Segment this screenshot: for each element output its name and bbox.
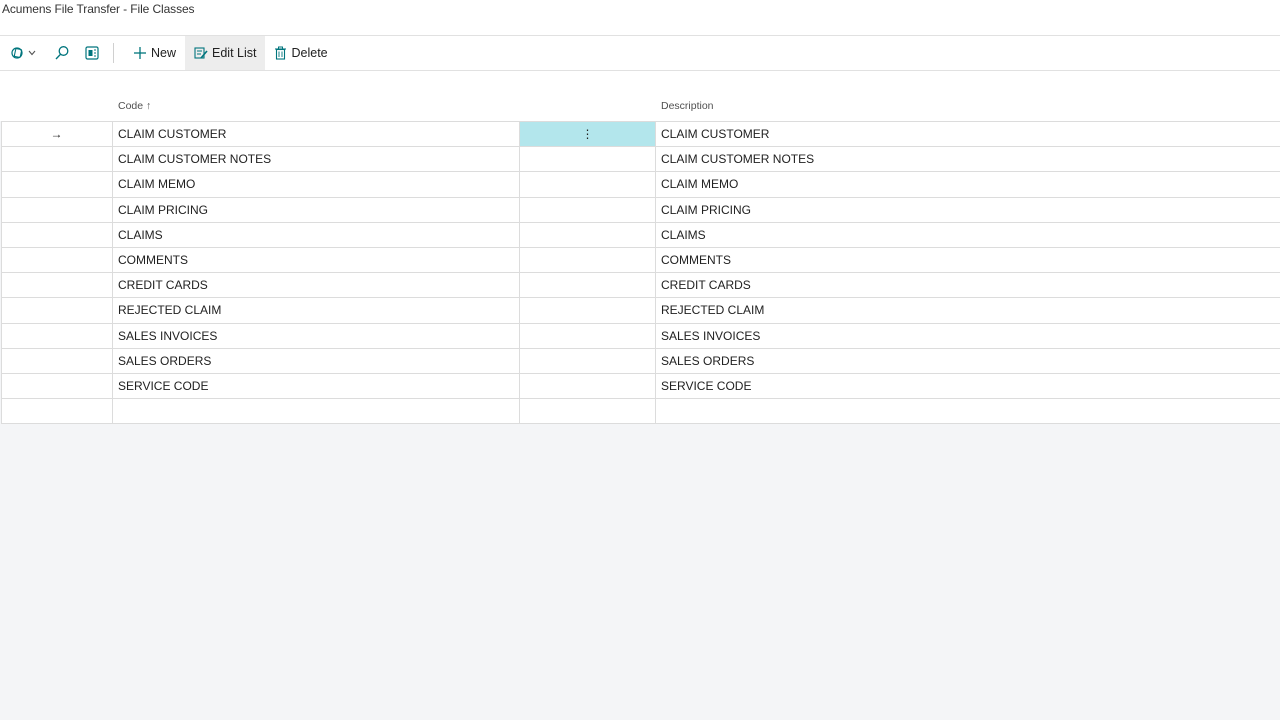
edit-list-button[interactable]: Edit List bbox=[185, 36, 266, 70]
cell-description[interactable]: SALES INVOICES bbox=[656, 324, 1280, 348]
delete-button-label: Delete bbox=[291, 46, 328, 60]
cell-code[interactable]: SERVICE CODE bbox=[113, 373, 520, 399]
table-row[interactable]: REJECTED CLAIM REJECTED CLAIM bbox=[1, 298, 1280, 324]
cell-code[interactable]: SALES INVOICES bbox=[113, 323, 520, 348]
row-actions-cell[interactable] bbox=[520, 247, 656, 273]
row-actions-menu-icon[interactable]: ⋮ bbox=[520, 122, 656, 147]
delete-button[interactable]: Delete bbox=[265, 36, 336, 70]
toolbar-divider bbox=[113, 43, 114, 63]
row-selector[interactable] bbox=[1, 222, 113, 247]
plus-icon bbox=[134, 47, 146, 59]
cell-description[interactable]: CLAIM PRICING bbox=[656, 198, 1280, 222]
row-selector[interactable] bbox=[1, 273, 113, 298]
row-actions-cell[interactable] bbox=[520, 147, 656, 172]
table-row[interactable]: → CLAIM CUSTOMER ⋮ CLAIM CUSTOMER bbox=[1, 122, 1280, 148]
row-actions-cell[interactable] bbox=[520, 172, 656, 197]
row-actions-cell[interactable] bbox=[520, 323, 656, 348]
row-left-border bbox=[1, 172, 2, 197]
row-actions-cell[interactable] bbox=[520, 222, 656, 247]
cell-description[interactable]: CLAIM CUSTOMER NOTES bbox=[656, 147, 1280, 171]
cell-code[interactable]: CREDIT CARDS bbox=[113, 273, 520, 298]
row-selector[interactable] bbox=[1, 197, 113, 222]
row-actions-cell[interactable] bbox=[520, 273, 656, 298]
current-row-arrow-icon[interactable]: → bbox=[1, 122, 113, 147]
cell-code[interactable]: CLAIM PRICING bbox=[113, 197, 520, 222]
edit-list-button-label: Edit List bbox=[212, 46, 257, 60]
column-header-code-label: Code bbox=[118, 100, 144, 112]
row-left-border bbox=[1, 122, 2, 147]
row-selector[interactable] bbox=[1, 399, 113, 424]
open-in-excel-icon[interactable] bbox=[80, 36, 104, 70]
row-left-border bbox=[1, 373, 2, 399]
cell-description[interactable]: SALES ORDERS bbox=[656, 349, 1280, 373]
table-row[interactable]: CLAIM MEMO CLAIM MEMO bbox=[1, 172, 1280, 198]
row-selector[interactable] bbox=[1, 298, 113, 323]
cell-description[interactable]: COMMENTS bbox=[656, 248, 1280, 272]
cell-code[interactable]: CLAIM CUSTOMER NOTES bbox=[113, 147, 520, 172]
table-row[interactable]: CLAIMS CLAIMS bbox=[1, 222, 1280, 248]
filter-pane-icon[interactable] bbox=[10, 36, 40, 70]
row-actions-cell[interactable] bbox=[520, 197, 656, 222]
sort-ascending-icon: ↑ bbox=[146, 100, 152, 112]
row-left-border bbox=[1, 298, 2, 323]
cell-code[interactable]: CLAIMS bbox=[113, 222, 520, 247]
table-row[interactable]: CLAIM CUSTOMER NOTES CLAIM CUSTOMER NOTES bbox=[1, 147, 1280, 173]
row-selector[interactable] bbox=[1, 323, 113, 348]
table-row[interactable]: CREDIT CARDS CREDIT CARDS bbox=[1, 273, 1280, 299]
cell-code[interactable]: REJECTED CLAIM bbox=[113, 298, 520, 323]
row-selector[interactable] bbox=[1, 172, 113, 197]
cell-description[interactable]: CREDIT CARDS bbox=[656, 273, 1280, 297]
table-row[interactable]: SALES INVOICES SALES INVOICES bbox=[1, 323, 1280, 349]
row-selector[interactable] bbox=[1, 373, 113, 399]
row-left-border bbox=[1, 348, 2, 373]
row-actions-cell[interactable] bbox=[520, 298, 656, 323]
cell-description[interactable]: CLAIM CUSTOMER bbox=[656, 122, 1280, 146]
edit-list-icon bbox=[194, 47, 208, 59]
row-left-border bbox=[1, 222, 2, 247]
row-actions-cell[interactable] bbox=[520, 399, 656, 424]
table-row[interactable]: SALES ORDERS SALES ORDERS bbox=[1, 348, 1280, 374]
search-icon[interactable] bbox=[50, 36, 74, 70]
row-selector[interactable] bbox=[1, 147, 113, 172]
cell-code[interactable]: CLAIM MEMO bbox=[113, 172, 520, 197]
column-header-description[interactable]: Description bbox=[661, 100, 714, 112]
new-button[interactable]: New bbox=[124, 36, 185, 70]
cell-code[interactable]: COMMENTS bbox=[113, 247, 520, 273]
row-actions-cell[interactable] bbox=[520, 348, 656, 373]
cell-code[interactable]: CLAIM CUSTOMER bbox=[113, 122, 520, 147]
grid-header: Code ↑ Description bbox=[0, 71, 1280, 121]
new-button-label: New bbox=[151, 46, 177, 60]
row-left-border bbox=[1, 399, 2, 424]
cell-description[interactable]: REJECTED CLAIM bbox=[656, 298, 1280, 322]
trash-icon bbox=[275, 46, 287, 60]
table-row[interactable]: CLAIM PRICING CLAIM PRICING bbox=[1, 197, 1280, 223]
action-toolbar: New Edit List Delete bbox=[0, 36, 1280, 70]
column-header-code[interactable]: Code ↑ bbox=[118, 100, 151, 112]
table-row[interactable]: COMMENTS COMMENTS bbox=[1, 247, 1280, 274]
row-actions-cell[interactable] bbox=[520, 373, 656, 399]
list-area: Code ↑ Description → CLAIM CUSTOMER ⋮ CLAIM… bbox=[0, 71, 1280, 720]
cell-description[interactable] bbox=[656, 399, 1280, 423]
cell-code[interactable] bbox=[113, 399, 520, 424]
grid-body: → CLAIM CUSTOMER ⋮ CLAIM CUSTOMER CLAIM CUST… bbox=[1, 121, 1280, 425]
row-left-border bbox=[1, 323, 2, 348]
row-left-border bbox=[1, 197, 2, 222]
row-left-border bbox=[1, 273, 2, 298]
page-title: Acumens File Transfer - File Classes bbox=[2, 2, 195, 16]
row-selector[interactable] bbox=[1, 247, 113, 273]
cell-description[interactable]: CLAIM MEMO bbox=[656, 172, 1280, 196]
cell-description[interactable]: SERVICE CODE bbox=[656, 374, 1280, 398]
table-row[interactable]: SERVICE CODE SERVICE CODE bbox=[1, 373, 1280, 400]
cell-code[interactable]: SALES ORDERS bbox=[113, 348, 520, 373]
row-left-border bbox=[1, 247, 2, 273]
row-left-border bbox=[1, 147, 2, 172]
table-row[interactable] bbox=[1, 399, 1280, 425]
cell-description[interactable]: CLAIMS bbox=[656, 223, 1280, 247]
row-selector[interactable] bbox=[1, 348, 113, 373]
